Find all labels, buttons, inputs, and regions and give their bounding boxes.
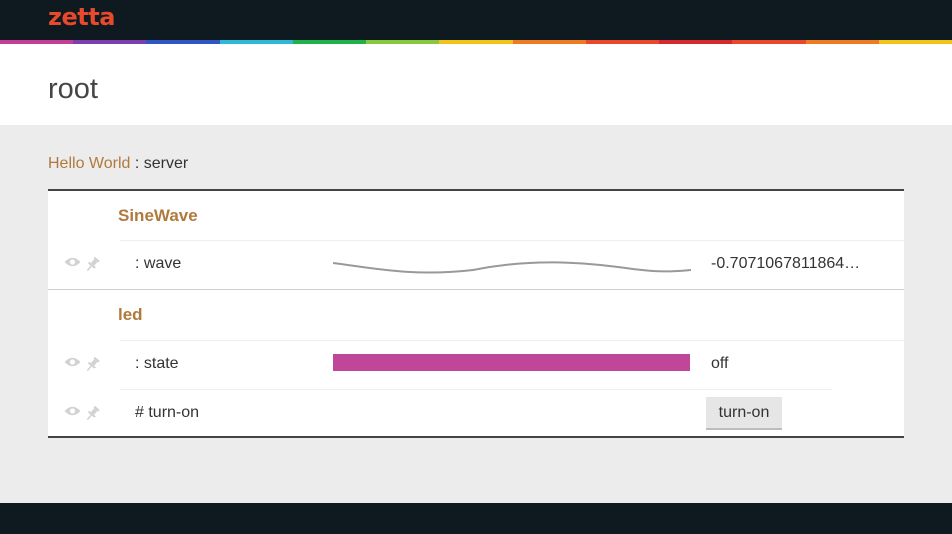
device-led: led : state off # turn-on turn-on [48,291,904,438]
device-name-sinewave[interactable]: SineWave [118,206,198,226]
stream-value-wave: -0.7071067811864… [711,255,861,272]
breadcrumb-server-link[interactable]: Hello World [48,155,130,172]
breadcrumb-server-label: : server [130,155,189,172]
stream-value-state: off [711,355,729,372]
device-name-led[interactable]: led [118,305,143,325]
devices-panel: SineWave : wave -0.7071067811864… led: … [48,189,904,438]
breadcrumb: Hello World : server [48,155,188,173]
row-divider [120,340,904,341]
device-sinewave: SineWave : wave -0.7071067811864… [48,191,904,290]
zetta-logo[interactable]: zetta [48,3,115,31]
eye-icon[interactable] [64,405,81,422]
stream-label-state: : state [135,355,179,372]
eye-icon[interactable] [64,256,81,273]
row-icons [64,405,101,422]
stream-row-wave: : wave -0.7071067811864… [48,240,904,289]
state-bar [333,354,690,371]
row-icons [64,356,101,373]
transition-label-turn-on: # turn-on [135,404,200,421]
top-bar: zetta [0,0,952,40]
row-divider [120,389,832,390]
pin-icon[interactable] [84,405,101,422]
pin-icon[interactable] [84,356,101,373]
turn-on-button[interactable]: turn-on [706,397,782,430]
stream-row-state: : state off [48,340,904,389]
footer-bar [0,503,952,534]
row-icons [64,256,101,273]
wave-sparkline [333,261,692,274]
page-title: root [48,73,98,105]
pin-icon[interactable] [84,256,101,273]
eye-icon[interactable] [64,356,81,373]
title-bar: root [0,44,952,125]
transition-row-turn-on: # turn-on turn-on [48,389,904,438]
row-divider [120,240,904,241]
stream-label-wave: : wave [135,255,182,272]
